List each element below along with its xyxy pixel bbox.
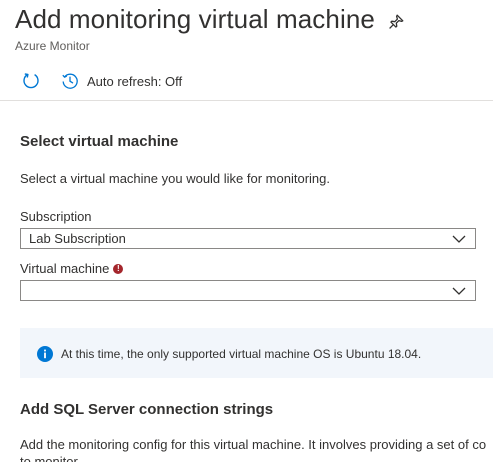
chevron-down-icon	[452, 235, 466, 243]
sql-description-continued: to monitor.	[20, 454, 81, 462]
virtual-machine-label-text: Virtual machine	[20, 261, 110, 276]
sql-description: Add the monitoring config for this virtu…	[20, 437, 487, 452]
required-icon: !	[113, 263, 124, 274]
select-vm-heading: Select virtual machine	[20, 133, 179, 150]
auto-refresh-button[interactable]: Auto refresh: Off	[61, 70, 182, 92]
virtual-machine-dropdown[interactable]	[20, 280, 476, 301]
page-title: Add monitoring virtual machine	[15, 4, 375, 34]
subscription-value: Lab Subscription	[29, 231, 126, 246]
virtual-machine-label: Virtual machine !	[20, 261, 124, 276]
info-icon	[37, 346, 53, 362]
command-bar: Auto refresh: Off	[0, 64, 493, 101]
chevron-down-icon	[452, 287, 466, 295]
info-text: At this time, the only supported virtual…	[61, 347, 422, 361]
subscription-dropdown[interactable]: Lab Subscription	[20, 228, 476, 249]
history-clock-icon	[62, 73, 78, 89]
refresh-icon[interactable]	[21, 71, 41, 91]
select-vm-description: Select a virtual machine you would like …	[20, 171, 330, 186]
subscription-label-text: Subscription	[20, 209, 92, 224]
blade: Add monitoring virtual machine Azure Mon…	[0, 0, 493, 462]
pin-icon[interactable]	[386, 12, 406, 32]
auto-refresh-label: Auto refresh: Off	[87, 73, 183, 89]
sql-heading: Add SQL Server connection strings	[20, 401, 274, 418]
page-subtitle: Azure Monitor	[15, 39, 90, 53]
subscription-label: Subscription	[20, 209, 92, 224]
info-banner: At this time, the only supported virtual…	[20, 328, 493, 378]
